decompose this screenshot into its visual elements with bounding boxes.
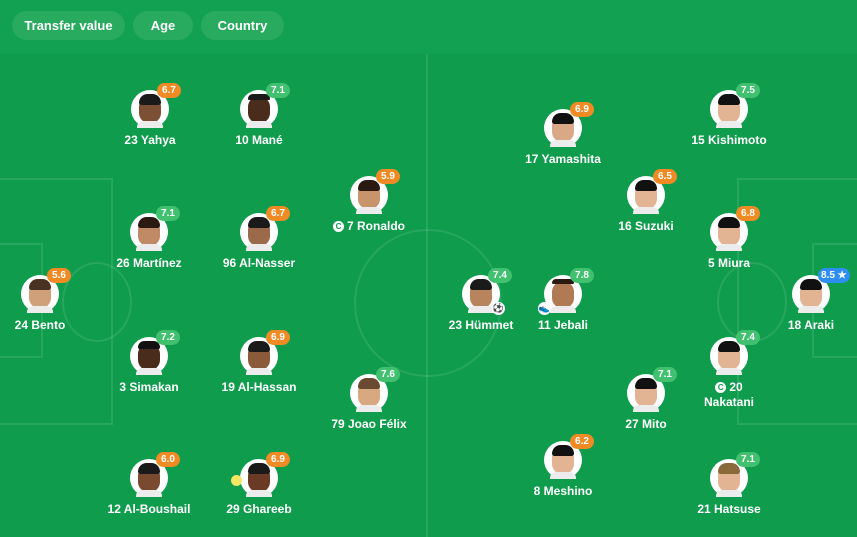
football-pitch: 6.7 23 Yahya 7.1 10 Mané 7.1 26 Martínez… (0, 54, 857, 537)
player-simakan[interactable]: 7.2 3 Simakan (89, 330, 209, 395)
captain-icon: C (332, 221, 344, 232)
player-name: 11 Jebali (537, 318, 589, 332)
player-photo: 7.1 (130, 206, 180, 251)
player-mito[interactable]: 7.1 27 Mito (586, 367, 706, 432)
player-name-with-captain: C 20 Nakatani (699, 380, 759, 410)
player-photo: 6.7 (131, 83, 181, 128)
player-photo: 8.5 ★ (792, 268, 850, 313)
player-name: 20 Nakatani (703, 380, 755, 409)
player-yamashita[interactable]: 6.9 17 Yamashita (503, 102, 623, 167)
player-ghareeb[interactable]: 6.9 29 Ghareeb (199, 452, 319, 517)
rating-badge: 6.9 (570, 102, 594, 117)
player-al-hassan[interactable]: 6.9 19 Al-Hassan (199, 330, 319, 395)
rating-badge: 7.1 (266, 83, 290, 98)
player-photo: 6.7 (240, 206, 290, 251)
player-name: 79 Joao Félix (331, 417, 407, 431)
assist-boot-icon: 👟 (538, 302, 551, 315)
rating-badge: 5.9 (376, 169, 400, 184)
player-name: 17 Yamashita (525, 152, 601, 166)
rating-badge: 6.0 (156, 452, 180, 467)
player-name: 12 Al-Boushail (107, 502, 191, 516)
player-photo: 7.1 (710, 452, 760, 497)
player-name: 18 Araki (787, 318, 835, 332)
player-araki[interactable]: 8.5 ★ 18 Araki (751, 268, 857, 333)
player-name: 10 Mané (235, 133, 283, 147)
player-photo: 5.9 (350, 169, 400, 214)
player-photo: 7.1 (240, 83, 290, 128)
rating-badge: 6.7 (266, 206, 290, 221)
captain-icon: C (715, 382, 727, 393)
player-name: 8 Meshino (533, 484, 593, 498)
player-bento[interactable]: 5.6 24 Bento (0, 268, 100, 333)
player-jebali[interactable]: 7.8 👟 11 Jebali (503, 268, 623, 333)
player-name: 23 Yahya (124, 133, 176, 147)
player-name: 27 Mito (625, 417, 667, 431)
player-hatsuse[interactable]: 7.1 21 Hatsuse (669, 452, 789, 517)
rating-badge: 7.1 (736, 452, 760, 467)
player-joao-felix[interactable]: 7.6 79 Joao Félix (309, 367, 429, 432)
player-name: 29 Ghareeb (226, 502, 292, 516)
player-photo: 6.8 (710, 206, 760, 251)
player-name: 5 Miura (707, 256, 750, 270)
player-al-nasser[interactable]: 6.7 96 Al-Nasser (199, 206, 319, 271)
player-al-boushail[interactable]: 6.0 12 Al-Boushail (89, 452, 209, 517)
player-miura[interactable]: 6.8 5 Miura (669, 206, 789, 271)
rating-badge: 6.9 (266, 330, 290, 345)
player-photo: 7.8 👟 (538, 268, 594, 315)
player-photo: 7.5 (710, 83, 760, 128)
rating-badge: 7.8 (570, 268, 594, 283)
player-name: 24 Bento (14, 318, 66, 332)
player-name: 7 Ronaldo (346, 219, 405, 233)
tab-age[interactable]: Age (133, 11, 193, 40)
player-name: 15 Kishimoto (691, 133, 767, 147)
rating-badge: 5.6 (47, 268, 71, 283)
player-name: 26 Martínez (116, 256, 182, 270)
tab-country[interactable]: Country (201, 11, 284, 40)
rating-badge: 7.4 (736, 330, 760, 345)
filter-bar: Transfer value Age Country (0, 0, 857, 54)
player-photo: 6.5 (627, 169, 677, 214)
player-name: 96 Al-Nasser (222, 256, 296, 270)
player-meshino[interactable]: 6.2 8 Meshino (503, 434, 623, 499)
rating-badge: 6.9 (266, 452, 290, 467)
rating-badge: 7.2 (156, 330, 180, 345)
rating-badge: 6.7 (157, 83, 181, 98)
player-photo: 6.9 (240, 330, 290, 375)
player-name-with-captain: C7 Ronaldo (309, 219, 429, 234)
player-photo: 5.6 (21, 268, 71, 313)
player-photo: 7.4 (710, 330, 760, 375)
player-martinez[interactable]: 7.1 26 Martínez (89, 206, 209, 271)
player-photo: 6.0 (130, 452, 180, 497)
rating-badge: 8.5 ★ (818, 268, 850, 283)
player-kishimoto[interactable]: 7.5 15 Kishimoto (669, 83, 789, 148)
rating-badge: 6.2 (570, 434, 594, 449)
rating-badge: 6.5 (653, 169, 677, 184)
player-photo: 7.2 (130, 330, 180, 375)
player-ronaldo[interactable]: 5.9 C7 Ronaldo (309, 169, 429, 234)
rating-badge: 7.6 (376, 367, 400, 382)
player-photo: 6.9 (544, 102, 594, 147)
rating-badge: 7.5 (736, 83, 760, 98)
player-mane[interactable]: 7.1 10 Mané (199, 83, 319, 148)
player-photo: 6.2 (544, 434, 594, 479)
rating-badge: 7.1 (653, 367, 677, 382)
player-yahya[interactable]: 6.7 23 Yahya (90, 83, 210, 148)
player-photo: 7.6 (350, 367, 400, 412)
rating-badge: 7.1 (156, 206, 180, 221)
player-name: 19 Al-Hassan (221, 380, 297, 394)
player-name: 3 Simakan (119, 380, 179, 394)
player-photo: 7.1 (627, 367, 677, 412)
tab-transfer-value[interactable]: Transfer value (12, 11, 125, 40)
yellow-card-icon (231, 475, 242, 486)
rating-badge: 6.8 (736, 206, 760, 221)
player-name: 21 Hatsuse (697, 502, 761, 516)
player-photo: 7.4 ⚽ (462, 268, 512, 315)
player-photo: 6.9 (231, 452, 290, 497)
lineup-app: Transfer value Age Country 6.7 23 Yahya … (0, 0, 857, 537)
